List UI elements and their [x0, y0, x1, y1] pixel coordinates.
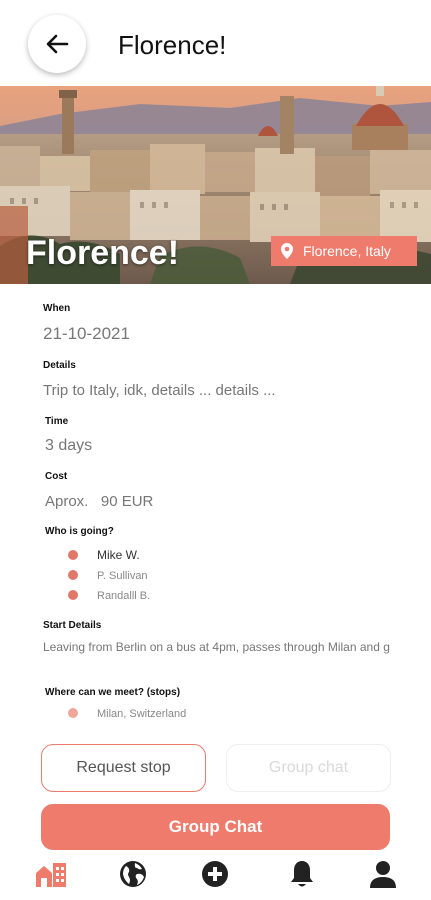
- stop-dot: [68, 708, 78, 718]
- bell-icon: [291, 861, 313, 887]
- nav-profile[interactable]: [365, 856, 401, 892]
- cost-label: Cost: [45, 471, 68, 482]
- hero-image: Florence! Florence, Italy: [0, 86, 431, 284]
- details-value: Trip to Italy, idk, details ... details …: [43, 382, 276, 399]
- location-text: Florence, Italy: [303, 243, 391, 259]
- time-value: 3 days: [45, 437, 93, 454]
- when-value: 21-10-2021: [43, 324, 130, 343]
- app-header: Florence!: [0, 0, 431, 86]
- stop-name: Milan, Switzerland: [97, 708, 187, 720]
- hero-title: Florence!: [26, 234, 180, 272]
- start-details-label: Start Details: [43, 620, 102, 631]
- bottom-nav: [0, 850, 431, 900]
- group-chat-secondary-button[interactable]: Group chat: [226, 744, 391, 792]
- home-icon: [36, 863, 66, 887]
- stops-label: Where can we meet? (stops): [45, 687, 181, 698]
- when-label: When: [43, 303, 71, 314]
- request-stop-button[interactable]: Request stop: [41, 744, 206, 792]
- attendee-name: P. Sullivan: [97, 570, 148, 582]
- location-badge[interactable]: Florence, Italy: [271, 236, 417, 266]
- attendee-dot: [68, 550, 78, 560]
- nav-explore[interactable]: [115, 856, 151, 892]
- location-pin-icon: [281, 243, 293, 259]
- who-going-label: Who is going?: [45, 526, 114, 537]
- attendee-dot: [68, 570, 78, 580]
- nav-notifications[interactable]: [284, 856, 320, 892]
- page-title: Florence!: [118, 30, 227, 60]
- time-label: Time: [45, 416, 69, 427]
- attendee-name: Randalll B.: [97, 590, 151, 602]
- cost-value: Aprox. 90 EUR: [45, 493, 154, 510]
- nav-add[interactable]: [197, 856, 233, 892]
- nav-home[interactable]: [33, 856, 69, 892]
- add-icon: [202, 861, 228, 887]
- attendee-dot: [68, 590, 78, 600]
- arrow-left-icon: [46, 34, 69, 54]
- profile-icon: [370, 861, 396, 888]
- start-details-value: Leaving from Berlin on a bus at 4pm, pas…: [43, 640, 390, 654]
- group-chat-button[interactable]: Group Chat: [41, 804, 390, 850]
- globe-icon: [120, 861, 146, 887]
- back-button[interactable]: [28, 15, 86, 73]
- attendee-name: Mike W.: [97, 548, 140, 562]
- details-label: Details: [43, 360, 76, 371]
